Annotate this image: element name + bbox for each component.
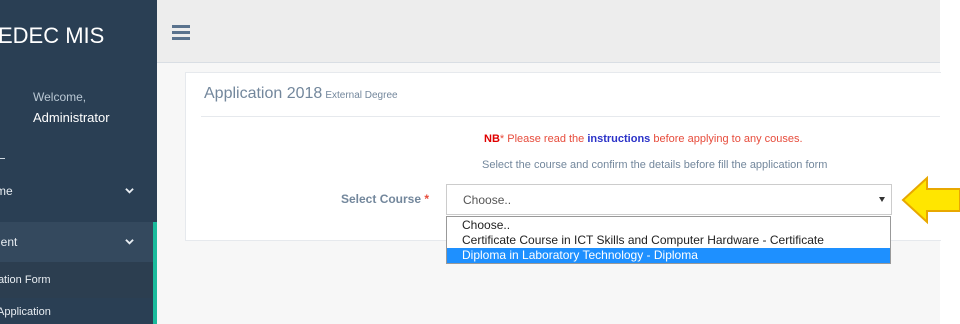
caret-down-icon (879, 197, 885, 202)
course-select-value: Choose.. (463, 193, 512, 207)
sidebar-item-student[interactable]: dent (0, 222, 157, 262)
nb-notice: NB* Please read the instructions before … (484, 133, 803, 145)
course-dropdown-list[interactable]: Choose.. Certificate Course in ICT Skill… (446, 216, 891, 264)
welcome-text: Welcome, (33, 90, 87, 104)
course-option-highlighted[interactable]: Diploma in Laboratory Technology - Diplo… (447, 248, 890, 263)
chevron-down-icon (125, 188, 134, 194)
sidebar-subitem-application-form[interactable]: ication Form (0, 262, 157, 298)
page-edge (940, 0, 960, 324)
top-navbar (157, 0, 940, 63)
sidebar-divider (0, 158, 5, 159)
course-option[interactable]: Certificate Course in ICT Skills and Com… (447, 233, 890, 248)
sidebar-item-label: dent (0, 235, 18, 249)
sidebar-subitem-label: ication Form (0, 274, 51, 286)
hamburger-icon[interactable] (172, 25, 190, 41)
page-title: Application 2018 External Degree (204, 85, 398, 102)
nb-text: * Please read the (499, 133, 588, 145)
nb-prefix: NB (484, 133, 500, 145)
page-subtitle: External Degree (325, 90, 398, 101)
sidebar: EDEC MIS Welcome, Administrator me dent … (0, 0, 157, 324)
course-select[interactable]: Choose.. (446, 184, 892, 215)
course-option[interactable]: Choose.. (447, 218, 890, 233)
select-course-label: Select Course * (341, 192, 430, 206)
user-name: Administrator (33, 110, 110, 125)
arrow-left-icon (901, 175, 960, 225)
sidebar-item-label: me (0, 184, 13, 198)
sidebar-subitem-label: Application (0, 306, 51, 318)
brand-title[interactable]: EDEC MIS (0, 0, 157, 72)
required-mark: * (424, 192, 430, 206)
select-hint-text: Select the course and confirm the detail… (482, 159, 828, 171)
nb-text-end: before applying to any couses. (650, 133, 803, 145)
chevron-down-icon (125, 239, 134, 245)
instructions-link[interactable]: instructions (587, 133, 650, 145)
sidebar-item-home[interactable]: me (0, 172, 157, 210)
sidebar-subitem-my-application[interactable]: Application (0, 298, 157, 324)
panel-divider (201, 116, 940, 117)
